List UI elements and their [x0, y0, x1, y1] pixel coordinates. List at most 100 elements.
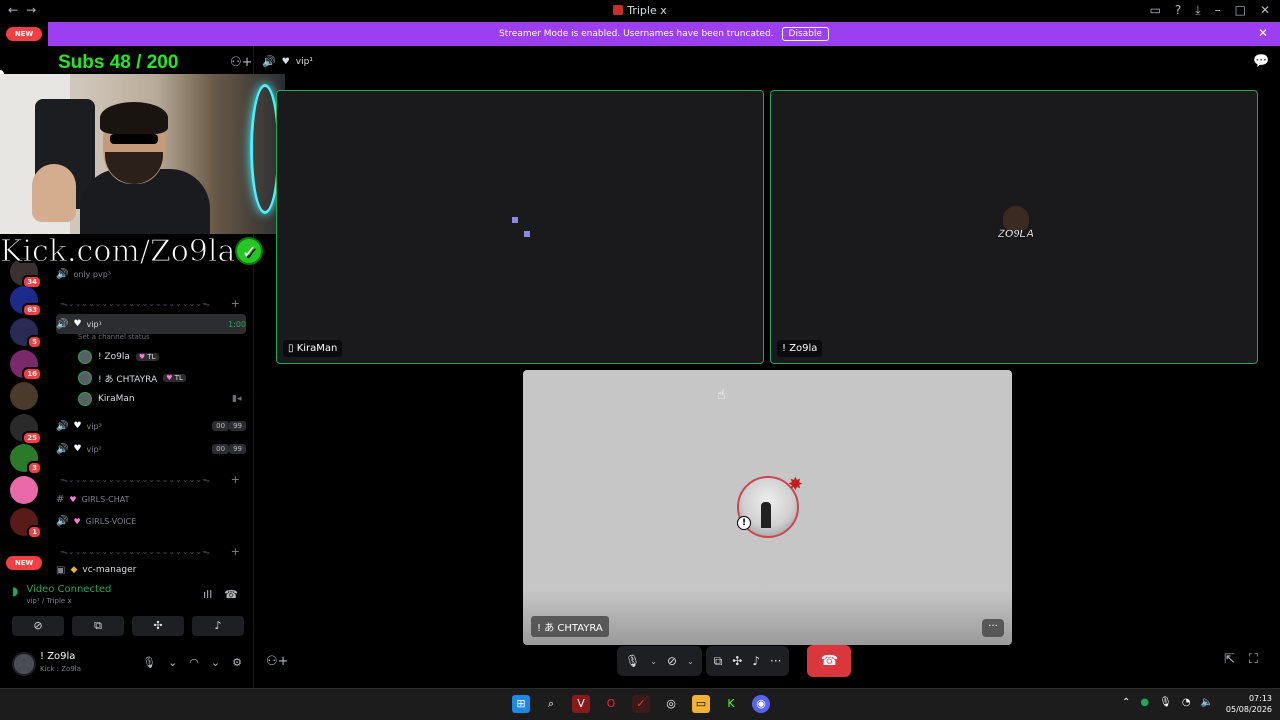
activities-button[interactable]: ✣ [132, 616, 184, 636]
exclamation-icon: ! [737, 516, 751, 530]
channel-vc-manager[interactable]: ▣ ◆ vc-manager [56, 560, 246, 580]
mention-badge: 16 [22, 367, 42, 381]
soundboard-button[interactable]: ♪ [192, 616, 244, 636]
network-icon[interactable]: ◔ [1182, 697, 1191, 708]
soundboard-icon[interactable]: ♪ [752, 654, 760, 668]
microphone-icon[interactable]: 🎙 [142, 656, 156, 669]
server-icon[interactable]: 63 [10, 286, 42, 317]
microphone-icon[interactable]: 🎙 [1159, 697, 1172, 708]
clock[interactable]: 07:13 05/08/2026 [1224, 693, 1272, 715]
voice-connection-panel: ◗ Video Connected vip¹ / Triple x ıll ☎ … [4, 578, 248, 642]
voice-location[interactable]: vip¹ / Triple x [26, 597, 111, 605]
minimize-icon[interactable]: – [1215, 3, 1221, 18]
video-tile-zo9la[interactable]: ZO9LA ! Zo9la [770, 90, 1258, 364]
gear-icon[interactable]: ⚙ [232, 656, 242, 669]
video-tile-chtayra[interactable]: ✸ ! ! あ CHTAYRA ··· [523, 370, 1012, 645]
speaker-icon: 🔊 [56, 443, 69, 455]
disconnect-icon[interactable]: ☎ [224, 588, 238, 601]
clock-date: 05/08/2026 [1225, 705, 1272, 714]
chevron-down-icon[interactable]: ⌄ [687, 657, 694, 666]
mention-badge: 3 [27, 461, 42, 475]
maximize-icon[interactable]: □ [1235, 3, 1246, 18]
more-options-icon[interactable]: ··· [982, 619, 1004, 637]
window-controls: ▭ ? ⤓ – □ ✕ [1150, 3, 1270, 18]
status-dot-icon[interactable]: ● [1140, 697, 1149, 708]
more-icon[interactable]: ··· [770, 654, 781, 668]
voice-member[interactable]: ! Zo9la ♥ TL [78, 348, 159, 366]
help-icon[interactable]: ? [1175, 3, 1181, 18]
channel-vip2[interactable]: 🔊 ♥ vip² 00 99 [56, 439, 246, 459]
user-name[interactable]: ! Zo9la [40, 651, 75, 662]
chevron-down-icon[interactable]: ⌄ [168, 656, 177, 669]
popout-icon[interactable]: ⇱ [1224, 652, 1235, 667]
server-icon[interactable]: 5 [10, 318, 42, 349]
kick-icon[interactable]: K [722, 695, 740, 713]
microphone-icon[interactable]: 🎙 [625, 654, 640, 668]
opera-icon[interactable]: O [602, 695, 620, 713]
headphones-icon[interactable]: ◠ [189, 656, 199, 669]
server-icon[interactable] [10, 476, 38, 504]
chevron-down-icon[interactable]: ⌄ [211, 656, 220, 669]
chevron-down-icon[interactable]: ⌄ [650, 657, 657, 666]
voice-status-text[interactable]: Video Connected [26, 584, 111, 595]
noise-suppression-icon[interactable]: ıll [203, 588, 212, 601]
disable-button[interactable]: Disable [781, 27, 829, 41]
server-icon[interactable]: 1 [10, 508, 42, 539]
server-icon[interactable]: 25 [10, 414, 42, 445]
add-channel-icon[interactable]: + [231, 297, 240, 310]
chat-icon[interactable]: 💬 [1253, 54, 1269, 69]
add-channel-icon[interactable]: + [231, 473, 240, 486]
video-tile-kiraman[interactable]: ▯ KiraMan [276, 90, 764, 364]
user-limit: 00 99 [212, 421, 246, 431]
obs-icon[interactable]: ◎ [662, 695, 680, 713]
channel-girls-voice[interactable]: 🔊 ♥ GIRLS-VOICE [56, 511, 246, 531]
mic-control[interactable]: 🎙 ⌄ ⊘ ⌄ [617, 646, 702, 676]
inbox-icon[interactable]: ▭ [1150, 3, 1161, 18]
volume-icon[interactable]: 🔈 [1201, 697, 1213, 708]
fullscreen-icon[interactable]: ⛶ [1249, 652, 1258, 667]
avatar-figure [761, 502, 771, 528]
mention-badge: 5 [27, 335, 42, 349]
screen-share-button[interactable]: ⧉ [72, 616, 124, 636]
close-icon[interactable]: ✕ [1258, 26, 1268, 40]
screen-share-icon[interactable]: ⧉ [714, 654, 723, 669]
add-channel-icon[interactable]: + [231, 545, 240, 558]
file-explorer-icon[interactable]: ▭ [692, 695, 710, 713]
close-window-icon[interactable]: ✕ [1260, 3, 1270, 18]
discord-icon[interactable]: ◉ [752, 695, 770, 713]
add-member-icon[interactable]: ⚇+ [230, 55, 253, 70]
search-icon[interactable]: ⌕ [542, 695, 560, 713]
signal-icon[interactable]: ◗ [12, 584, 18, 605]
user-avatar[interactable] [12, 652, 36, 676]
chevron-up-icon[interactable]: ⌃ [1122, 697, 1130, 708]
camera-off-icon[interactable]: ⊘ [667, 654, 677, 668]
voicemod-icon[interactable]: V [572, 695, 590, 713]
camera-off-button[interactable]: ⊘ [12, 616, 64, 636]
hang-up-button[interactable]: ☎ [807, 645, 852, 677]
category-divider: ᯓ⌄⌄⌄⌄⌄⌄⌄⌄⌄⌄⌄⌄⌄⌄⌄⌄⌄⌄⌄⌄ᯓ + [60, 297, 240, 310]
windows-start-icon[interactable]: ⊞ [512, 695, 530, 713]
channel-vip1[interactable]: 🔊 ♥ vip¹ 1:00 [56, 314, 246, 334]
subs-counter: Subs 48 / 200 [58, 52, 179, 73]
new-badge[interactable]: NEW [6, 27, 42, 41]
server-icon[interactable]: 16 [10, 350, 42, 381]
channel-name: vip² [86, 444, 102, 454]
channel-girls-chat[interactable]: # ♥ GIRLS-CHAT [56, 489, 246, 509]
app-icon[interactable]: ✓ [632, 695, 650, 713]
activities-icon[interactable]: ✣ [732, 654, 742, 668]
download-icon[interactable]: ⤓ [1195, 3, 1200, 18]
channel-name: vip¹ [86, 319, 102, 329]
zo9la-logo: ZO9LA [996, 206, 1036, 250]
server-icon[interactable] [10, 382, 38, 410]
set-channel-status[interactable]: Set a channel status [78, 333, 150, 341]
mention-badge: 63 [22, 303, 42, 317]
voice-member[interactable]: ! あ CHTAYRA ♥ TL [78, 369, 186, 387]
voice-member[interactable]: KiraMan ▮◂ [78, 390, 248, 408]
server-icon[interactable]: 3 [10, 444, 42, 475]
webcam-glasses [110, 134, 158, 144]
speaker-icon: 🔊 [56, 420, 69, 432]
member-name: KiraMan [98, 394, 135, 404]
channel-vip3[interactable]: 🔊 ♥ vip³ 00 99 [56, 416, 246, 436]
invite-icon[interactable]: ⚇+ [266, 654, 289, 669]
new-badge[interactable]: NEW [6, 556, 42, 570]
